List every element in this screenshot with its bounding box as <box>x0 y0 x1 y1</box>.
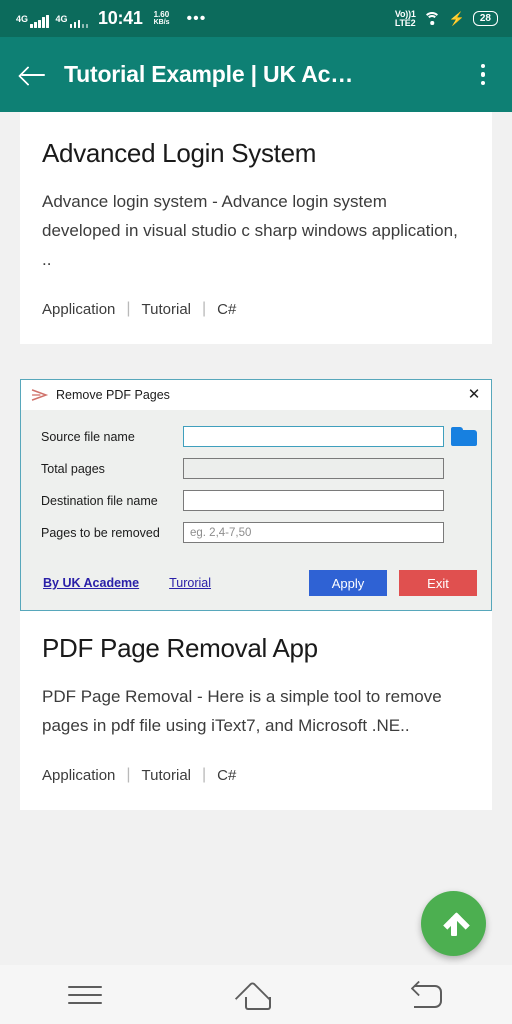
back-arrow-icon[interactable] <box>16 58 50 92</box>
status-bar-left: 4G 4G 10:41 1.60 KB/s ••• <box>16 9 395 28</box>
form-row-source-file: Source file name <box>41 426 477 447</box>
link-by-uk-academe[interactable]: By UK Academe <box>43 576 139 590</box>
destination-file-label: Destination file name <box>41 493 158 508</box>
signal-icon-sim1: 4G <box>16 12 49 28</box>
total-pages-input <box>183 458 444 479</box>
signal-bars-sim1 <box>30 15 49 28</box>
overflow-menu-icon[interactable] <box>470 63 496 86</box>
winform-dialog: Remove PDF Pages ✕ Source file name Tota… <box>20 379 492 611</box>
link-tutorial[interactable]: Turorial <box>169 576 211 590</box>
notification-overflow-icon: ••• <box>186 10 207 27</box>
charging-bolt-icon: ⚡ <box>448 11 465 26</box>
post-title: PDF Page Removal App <box>42 633 318 663</box>
tag-separator: | <box>202 300 207 317</box>
apply-button[interactable]: Apply <box>309 570 387 596</box>
network-speed-value: 1.60 <box>153 10 170 19</box>
post-title: Advanced Login System <box>42 138 317 168</box>
signal-icon-sim2: 4G <box>56 12 89 28</box>
app-arrow-icon <box>31 389 49 401</box>
recent-apps-icon <box>68 985 103 1004</box>
home-icon <box>237 982 275 1010</box>
status-clock: 10:41 <box>98 8 143 28</box>
home-button[interactable] <box>171 965 342 1024</box>
pages-removed-label: Pages to be removed <box>41 525 160 540</box>
post-tag[interactable]: C# <box>217 767 236 784</box>
post-description: Advance login system - Advance login sys… <box>42 192 458 269</box>
post-image[interactable]: Remove PDF Pages ✕ Source file name Tota… <box>20 379 492 611</box>
post-tag[interactable]: Tutorial <box>142 767 191 784</box>
phone-screen: 4G 4G 10:41 1.60 KB/s ••• Vo))1 LTE2 ⚡ 2… <box>0 0 512 1024</box>
post-tag[interactable]: Application <box>42 767 115 784</box>
post-tags: Application | Tutorial | C# <box>42 766 470 784</box>
form-row-pages-removed: Pages to be removed eg. 2,4-7,50 <box>41 522 477 543</box>
pages-removed-input[interactable]: eg. 2,4-7,50 <box>183 522 444 543</box>
back-icon <box>412 983 442 1008</box>
network-speed-unit: KB/s <box>153 19 170 26</box>
tag-separator: | <box>126 300 131 317</box>
network-type-label-sim1: 4G <box>16 14 29 24</box>
signal-bars-sim2 <box>69 15 89 28</box>
tag-separator: | <box>126 766 131 783</box>
content-scroll-area[interactable]: Advanced Login System Advance login syst… <box>0 112 512 965</box>
arrow-up-icon <box>443 911 465 937</box>
battery-indicator: 28 <box>472 11 498 26</box>
tag-separator: | <box>202 766 207 783</box>
app-bar: Tutorial Example | UK Ac… <box>0 37 512 112</box>
post-tag[interactable]: C# <box>217 301 236 318</box>
winform-footer: By UK Academe Turorial Apply Exit <box>21 562 491 610</box>
winform-title: Remove PDF Pages <box>56 388 170 402</box>
source-file-input[interactable] <box>183 426 444 447</box>
status-bar-right: Vo))1 LTE2 ⚡ 28 <box>394 9 498 28</box>
form-row-destination-file: Destination file name <box>41 490 477 511</box>
folder-browse-icon[interactable] <box>451 426 477 447</box>
page-title: Tutorial Example | UK Ac… <box>64 61 353 87</box>
form-row-total-pages: Total pages <box>41 458 477 479</box>
post-tag[interactable]: Tutorial <box>142 301 191 318</box>
recent-apps-button[interactable] <box>0 965 171 1024</box>
back-button[interactable] <box>341 965 512 1024</box>
post-tag[interactable]: Application <box>42 301 115 318</box>
post-description: PDF Page Removal - Here is a simple tool… <box>42 687 442 735</box>
winform-titlebar: Remove PDF Pages ✕ <box>21 380 491 410</box>
post-card[interactable]: PDF Page Removal App PDF Page Removal - … <box>20 611 492 810</box>
network-type-label-sim2: 4G <box>55 14 68 24</box>
winform-buttons: Apply Exit <box>309 570 477 596</box>
volte-icon: Vo))1 LTE2 <box>394 9 416 28</box>
network-speed-indicator: 1.60 KB/s <box>154 11 170 28</box>
scroll-to-top-button[interactable] <box>421 891 486 956</box>
post-card[interactable]: Advanced Login System Advance login syst… <box>20 112 492 344</box>
winform-body: Source file name Total pages Destination… <box>21 410 491 562</box>
volte-label-bottom: LTE2 <box>394 17 416 28</box>
system-navigation-bar <box>0 965 512 1024</box>
status-bar: 4G 4G 10:41 1.60 KB/s ••• Vo))1 LTE2 ⚡ 2… <box>0 0 512 37</box>
post-tags: Application | Tutorial | C# <box>42 300 470 318</box>
close-icon[interactable]: ✕ <box>465 387 483 402</box>
wifi-icon <box>423 12 441 25</box>
total-pages-label: Total pages <box>41 461 105 476</box>
exit-button[interactable]: Exit <box>399 570 477 596</box>
destination-file-input[interactable] <box>183 490 444 511</box>
source-file-label: Source file name <box>41 429 135 444</box>
